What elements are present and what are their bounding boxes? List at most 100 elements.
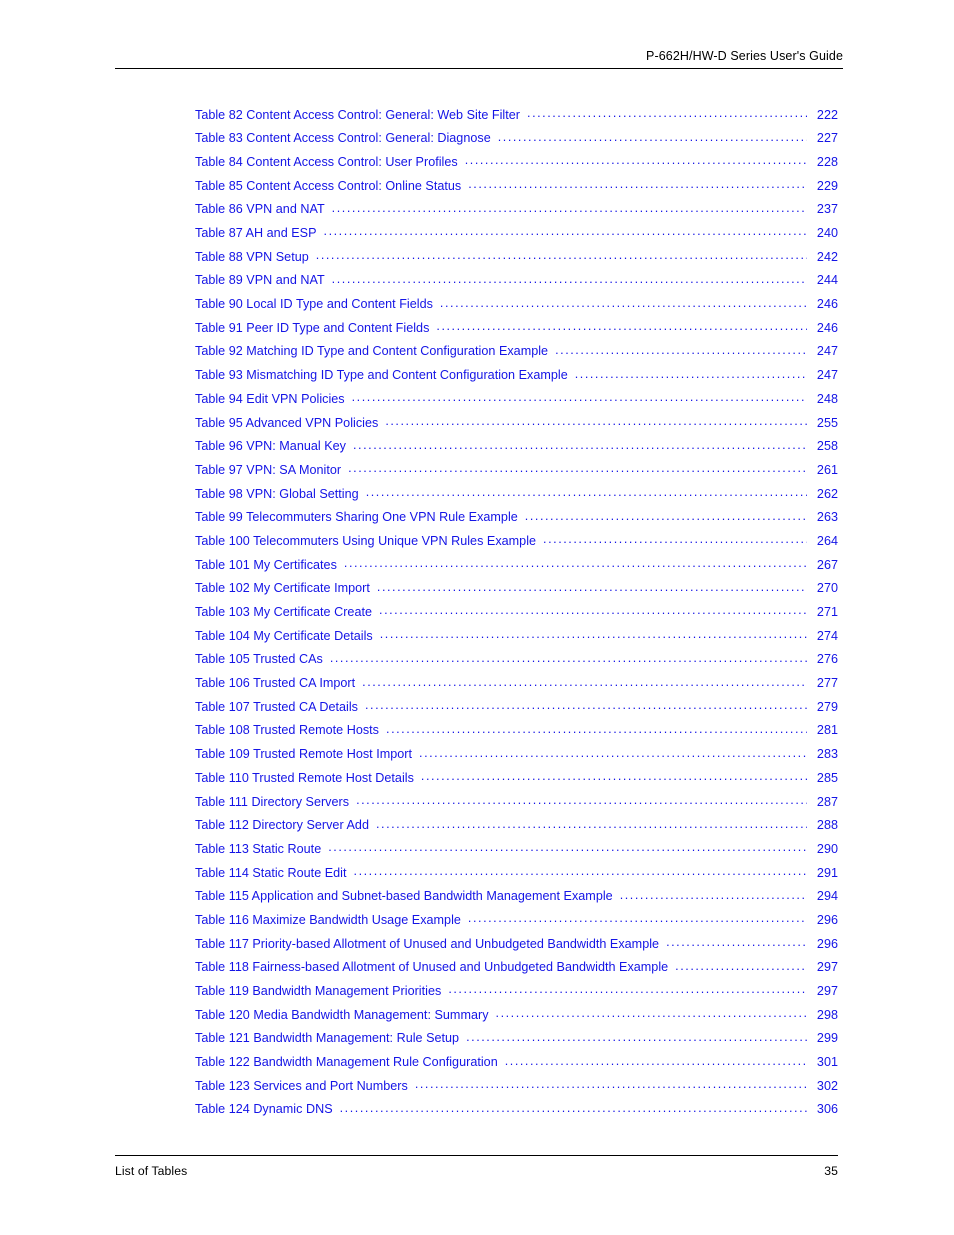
toc-dot-leader [332,201,807,214]
document-page: P-662H/HW-D Series User's Guide Table 82… [0,0,954,1235]
toc-entry-page-number: 296 [816,936,838,951]
toc-entry[interactable]: Table 82 Content Access Control: General… [195,106,838,130]
toc-entry-page-number: 288 [816,818,838,833]
toc-entry[interactable]: Table 92 Matching ID Type and Content Co… [195,343,838,367]
toc-entry[interactable]: Table 91 Peer ID Type and Content Fields… [195,319,838,343]
toc-entry-page-number: 279 [816,699,838,714]
toc-entry[interactable]: Table 107 Trusted CA Details 279 [195,698,838,722]
toc-dot-leader [332,272,807,285]
toc-entry-page-number: 297 [816,960,838,975]
toc-dot-leader [365,698,807,711]
toc-entry-page-number: 299 [816,1031,838,1046]
toc-entry[interactable]: Table 113 Static Route 290 [195,840,838,864]
toc-entry-label: Table 110 Trusted Remote Host Details [195,770,414,785]
toc-entry-page-number: 276 [816,652,838,667]
toc-entry-page-number: 222 [816,107,838,122]
toc-entry-page-number: 306 [816,1102,838,1117]
toc-entry[interactable]: Table 87 AH and ESP 240 [195,224,838,248]
toc-entry-page-number: 271 [816,605,838,620]
toc-entry-page-number: 242 [816,249,838,264]
toc-entry-label: Table 96 VPN: Manual Key [195,439,346,454]
toc-entry-page-number: 274 [816,628,838,643]
toc-entry[interactable]: Table 104 My Certificate Details 274 [195,627,838,651]
toc-entry-label: Table 111 Directory Servers [195,794,350,809]
toc-entry-page-number: 301 [816,1055,838,1070]
toc-entry-page-number: 244 [816,273,838,288]
toc-entry-page-number: 263 [816,510,838,525]
toc-entry[interactable]: Table 117 Priority-based Allotment of Un… [195,935,838,959]
toc-entry[interactable]: Table 84 Content Access Control: User Pr… [195,153,838,177]
toc-entry[interactable]: Table 94 Edit VPN Policies 248 [195,390,838,414]
toc-entry[interactable]: Table 100 Telecommuters Using Unique VPN… [195,532,838,556]
toc-entry[interactable]: Table 101 My Certificates 267 [195,556,838,580]
toc-entry[interactable]: Table 122 Bandwidth Management Rule Conf… [195,1054,838,1078]
toc-entry[interactable]: Table 96 VPN: Manual Key 258 [195,438,838,462]
toc-entry[interactable]: Table 85 Content Access Control: Online … [195,177,838,201]
toc-entry[interactable]: Table 115 Application and Subnet-based B… [195,888,838,912]
toc-entry-page-number: 248 [816,391,838,406]
toc-dot-leader [328,840,807,853]
toc-entry-label: Table 121 Bandwidth Management: Rule Set… [195,1031,460,1046]
toc-entry[interactable]: Table 116 Maximize Bandwidth Usage Examp… [195,911,838,935]
toc-entry[interactable]: Table 121 Bandwidth Management: Rule Set… [195,1030,838,1054]
header-divider [115,68,843,69]
toc-entry[interactable]: Table 88 VPN Setup 242 [195,248,838,272]
toc-entry[interactable]: Table 99 Telecommuters Sharing One VPN R… [195,509,838,533]
toc-entry-label: Table 95 Advanced VPN Policies [195,415,379,430]
toc-dot-leader [527,106,807,119]
toc-dot-leader [575,367,807,380]
toc-entry-label: Table 115 Application and Subnet-based B… [195,889,613,904]
toc-entry[interactable]: Table 124 Dynamic DNS 306 [195,1101,838,1125]
toc-entry-label: Table 91 Peer ID Type and Content Fields [195,320,430,335]
footer-section-label: List of Tables [115,1164,188,1178]
toc-entry-label: Table 109 Trusted Remote Host Import [195,747,413,762]
toc-entry[interactable]: Table 86 VPN and NAT 237 [195,201,838,225]
toc-entry-label: Table 90 Local ID Type and Content Field… [195,297,433,312]
toc-entry-page-number: 290 [816,841,838,856]
toc-entry-page-number: 227 [816,131,838,146]
toc-entry[interactable]: Table 108 Trusted Remote Hosts 281 [195,722,838,746]
toc-entry-page-number: 294 [816,889,838,904]
toc-entry-page-number: 264 [816,533,838,548]
toc-entry[interactable]: Table 105 Trusted CAs 276 [195,651,838,675]
toc-entry[interactable]: Table 95 Advanced VPN Policies 255 [195,414,838,438]
toc-entry[interactable]: Table 83 Content Access Control: General… [195,130,838,154]
page-header: P-662H/HW-D Series User's Guide [115,48,843,69]
toc-entry-label: Table 113 Static Route [195,841,322,856]
toc-entry[interactable]: Table 118 Fairness-based Allotment of Un… [195,959,838,983]
toc-entry-label: Table 101 My Certificates [195,557,337,572]
toc-dot-leader [340,1101,807,1114]
toc-entry[interactable]: Table 102 My Certificate Import 270 [195,580,838,604]
toc-entry[interactable]: Table 111 Directory Servers 287 [195,793,838,817]
toc-entry[interactable]: Table 123 Services and Port Numbers 302 [195,1077,838,1101]
toc-entry[interactable]: Table 97 VPN: SA Monitor 261 [195,461,838,485]
toc-entry-label: Table 82 Content Access Control: General… [195,107,521,122]
toc-entry-label: Table 87 AH and ESP [195,226,317,241]
toc-entry-page-number: 262 [816,486,838,501]
toc-entry[interactable]: Table 93 Mismatching ID Type and Content… [195,367,838,391]
toc-entry[interactable]: Table 98 VPN: Global Setting 262 [195,485,838,509]
toc-dot-leader [366,485,807,498]
toc-entry-page-number: 255 [816,415,838,430]
toc-entry[interactable]: Table 119 Bandwidth Management Prioritie… [195,982,838,1006]
toc-entry[interactable]: Table 114 Static Route Edit 291 [195,864,838,888]
toc-entry[interactable]: Table 112 Directory Server Add 288 [195,817,838,841]
toc-entry-label: Table 103 My Certificate Create [195,605,373,620]
toc-entry-label: Table 108 Trusted Remote Hosts [195,723,380,738]
footer-page-number: 35 [824,1164,838,1178]
toc-entry[interactable]: Table 89 VPN and NAT 244 [195,272,838,296]
toc-entry[interactable]: Table 106 Trusted CA Import 277 [195,675,838,699]
toc-entry[interactable]: Table 103 My Certificate Create 271 [195,603,838,627]
toc-entry[interactable]: Table 90 Local ID Type and Content Field… [195,296,838,320]
toc-entry-label: Table 100 Telecommuters Using Unique VPN… [195,533,537,548]
toc-dot-leader [380,627,807,640]
toc-entry-page-number: 281 [816,723,838,738]
toc-entry[interactable]: Table 109 Trusted Remote Host Import 283 [195,746,838,770]
toc-entry-page-number: 246 [816,297,838,312]
toc-dot-leader [543,532,807,545]
toc-entry[interactable]: Table 120 Media Bandwidth Management: Su… [195,1006,838,1030]
toc-entry-label: Table 118 Fairness-based Allotment of Un… [195,960,669,975]
toc-entry-page-number: 291 [816,865,838,880]
toc-entry[interactable]: Table 110 Trusted Remote Host Details 285 [195,769,838,793]
toc-dot-leader [620,888,807,901]
